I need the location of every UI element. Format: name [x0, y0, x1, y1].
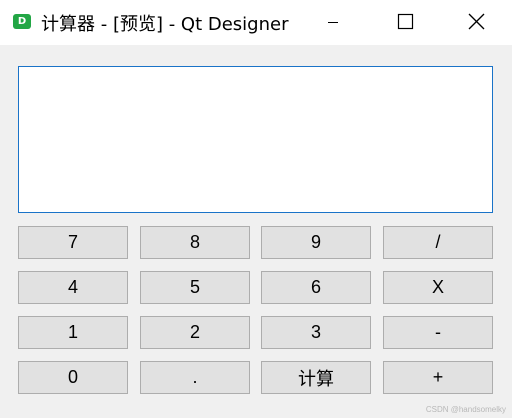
key-2-button[interactable]: 2: [140, 316, 250, 349]
watermark-text: CSDN @handsomelky: [425, 405, 506, 414]
divide-button[interactable]: /: [383, 226, 493, 259]
qt-designer-app-icon: D: [13, 14, 31, 29]
key-6-button[interactable]: 6: [261, 271, 371, 304]
maximize-button[interactable]: [382, 0, 428, 45]
multiply-button[interactable]: X: [383, 271, 493, 304]
close-icon: [468, 13, 485, 30]
key-7-button[interactable]: 7: [18, 226, 128, 259]
display-input[interactable]: [19, 67, 492, 212]
minimize-icon: [328, 22, 338, 23]
subtract-button[interactable]: -: [383, 316, 493, 349]
key-4-button[interactable]: 4: [18, 271, 128, 304]
key-9-button[interactable]: 9: [261, 226, 371, 259]
window-title: 计算器 - [预览] - Qt Designer: [41, 14, 289, 35]
key-1-button[interactable]: 1: [18, 316, 128, 349]
key-3-button[interactable]: 3: [261, 316, 371, 349]
title-bar: D 计算器 - [预览] - Qt Designer: [0, 0, 512, 45]
key-0-button[interactable]: 0: [18, 361, 128, 394]
close-button[interactable]: [453, 0, 499, 45]
key-8-button[interactable]: 8: [140, 226, 250, 259]
key-5-button[interactable]: 5: [140, 271, 250, 304]
minimize-button[interactable]: [310, 0, 356, 45]
display-box[interactable]: [18, 66, 493, 213]
add-button[interactable]: +: [383, 361, 493, 394]
maximize-icon: [397, 13, 414, 30]
calculate-button[interactable]: 计算: [261, 361, 371, 394]
decimal-point-button[interactable]: .: [140, 361, 250, 394]
